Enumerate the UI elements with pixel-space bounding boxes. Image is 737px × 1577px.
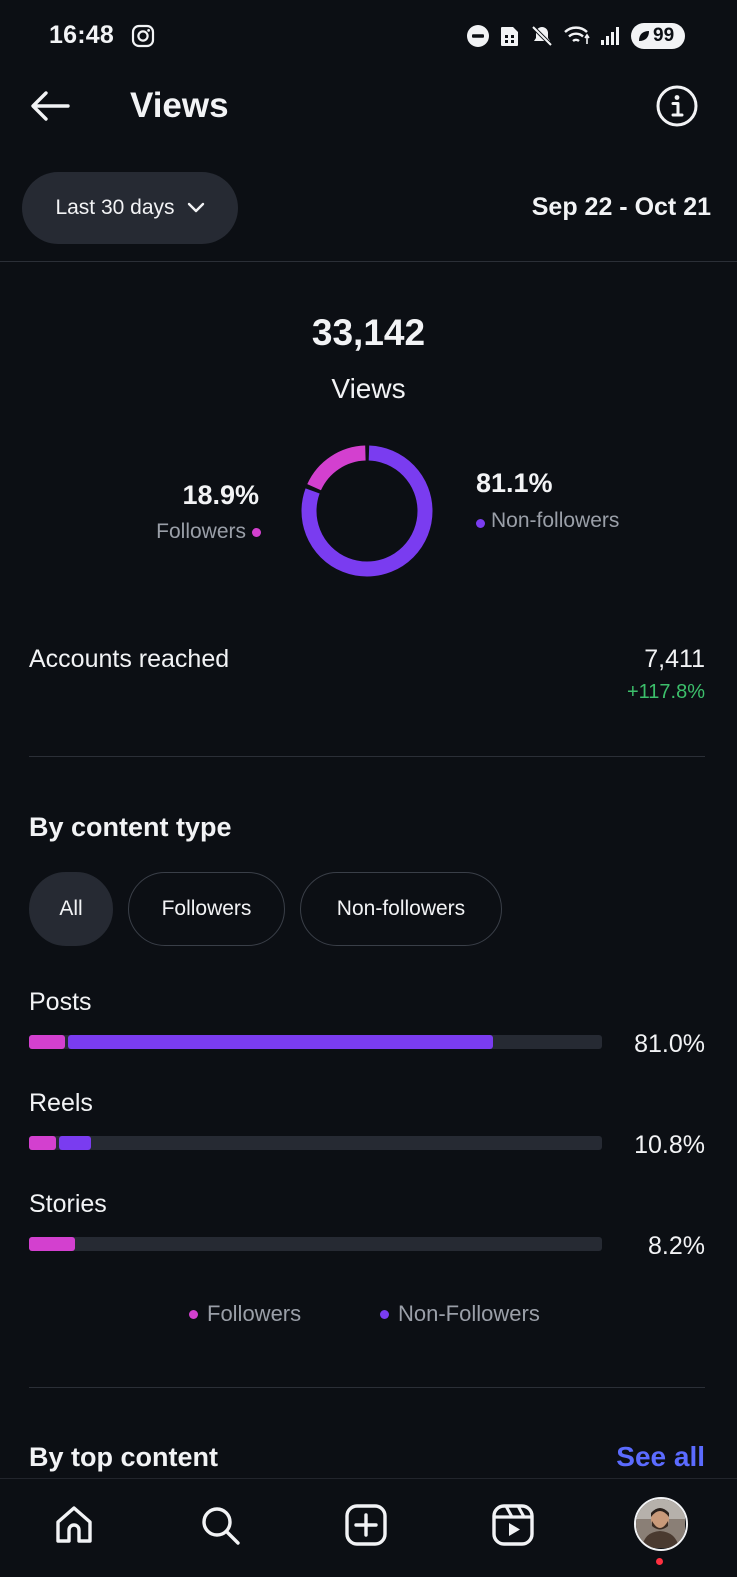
chip-all[interactable]: All xyxy=(29,872,113,946)
date-range-text: Sep 22 - Oct 21 xyxy=(531,193,711,221)
bar-track-posts xyxy=(29,1035,602,1049)
section-divider xyxy=(29,756,705,757)
battery-indicator: 99 xyxy=(631,23,685,49)
battery-saver-icon xyxy=(639,31,649,41)
non-followers-legend: Non-followers xyxy=(476,507,631,534)
content-type-title: By content type xyxy=(29,812,232,842)
followers-legend: Followers xyxy=(156,520,261,544)
info-icon[interactable] xyxy=(655,84,699,128)
bar-non-followers-segment-posts xyxy=(68,1035,494,1049)
legend-non-followers: Non-Followers xyxy=(380,1301,540,1327)
search-icon[interactable] xyxy=(196,1501,244,1549)
followers-percentage: 18.9% xyxy=(182,480,259,510)
content-type-pct-stories: 8.2% xyxy=(648,1232,705,1260)
profile-avatar[interactable] xyxy=(634,1497,688,1551)
mute-icon xyxy=(531,25,553,47)
followers-legend-label: Followers xyxy=(156,520,246,543)
do-not-disturb-icon xyxy=(467,25,489,47)
content-type-label-reels: Reels xyxy=(29,1089,93,1117)
legend-non-followers-dot xyxy=(380,1309,389,1319)
followers-dot xyxy=(252,527,261,537)
sim-icon xyxy=(501,27,518,46)
content-type-pct-posts: 81.0% xyxy=(634,1030,705,1058)
views-total: 33,142 xyxy=(311,312,426,353)
chevron-down-icon xyxy=(187,202,204,213)
bar-track-reels xyxy=(29,1136,602,1150)
profile-photo xyxy=(636,1499,685,1548)
non-followers-dot xyxy=(476,519,485,528)
legend-non-followers-label: Non-Followers xyxy=(398,1301,540,1326)
bar-followers-segment-posts xyxy=(29,1035,66,1049)
section-divider-2 xyxy=(29,1387,705,1388)
header-divider xyxy=(0,261,737,262)
chip-followers[interactable]: Followers xyxy=(128,872,285,946)
status-icons: 99 xyxy=(466,22,685,50)
see-all-link[interactable]: See all xyxy=(616,1441,705,1473)
views-label: Views xyxy=(331,373,406,404)
legend-followers-label: Followers xyxy=(207,1301,302,1326)
legend-followers: Followers xyxy=(189,1301,301,1327)
home-icon[interactable] xyxy=(50,1501,98,1549)
top-content-title: By top content xyxy=(29,1442,218,1472)
status-time: 16:48 xyxy=(49,21,114,49)
legend-followers-dot xyxy=(189,1309,198,1319)
back-arrow-icon[interactable] xyxy=(28,86,72,126)
bar-followers-segment-stories xyxy=(29,1237,75,1251)
page-title: Views xyxy=(130,86,229,125)
accounts-reached-label: Accounts reached xyxy=(29,645,230,673)
content-type-pct-reels: 10.8% xyxy=(634,1131,705,1159)
instagram-icon xyxy=(131,24,155,48)
bar-followers-segment-reels xyxy=(29,1136,56,1150)
non-followers-legend-label: Non-followers xyxy=(491,509,620,532)
non-followers-percentage: 81.1% xyxy=(476,468,553,498)
accounts-reached-change: +117.8% xyxy=(626,681,705,703)
battery-level: 99 xyxy=(653,25,675,46)
top-bar: Views xyxy=(0,72,737,142)
reels-icon[interactable] xyxy=(489,1501,537,1549)
bottom-nav xyxy=(0,1478,737,1577)
date-range-dropdown-label: Last 30 days xyxy=(55,196,175,219)
create-icon[interactable] xyxy=(342,1501,390,1549)
notification-dot xyxy=(656,1558,663,1565)
accounts-reached-value: 7,411 xyxy=(644,645,705,673)
signal-icon xyxy=(601,27,619,45)
views-donut-chart xyxy=(301,445,433,577)
bar-track-stories xyxy=(29,1237,602,1251)
status-bar: 16:48 99 xyxy=(0,0,737,72)
content-type-label-stories: Stories xyxy=(29,1190,107,1218)
date-range-dropdown[interactable]: Last 30 days xyxy=(22,172,238,244)
content-type-label-posts: Posts xyxy=(29,988,92,1016)
bar-non-followers-segment-reels xyxy=(58,1136,91,1150)
chip-non-followers[interactable]: Non-followers xyxy=(300,872,502,946)
wifi-icon xyxy=(564,26,590,44)
